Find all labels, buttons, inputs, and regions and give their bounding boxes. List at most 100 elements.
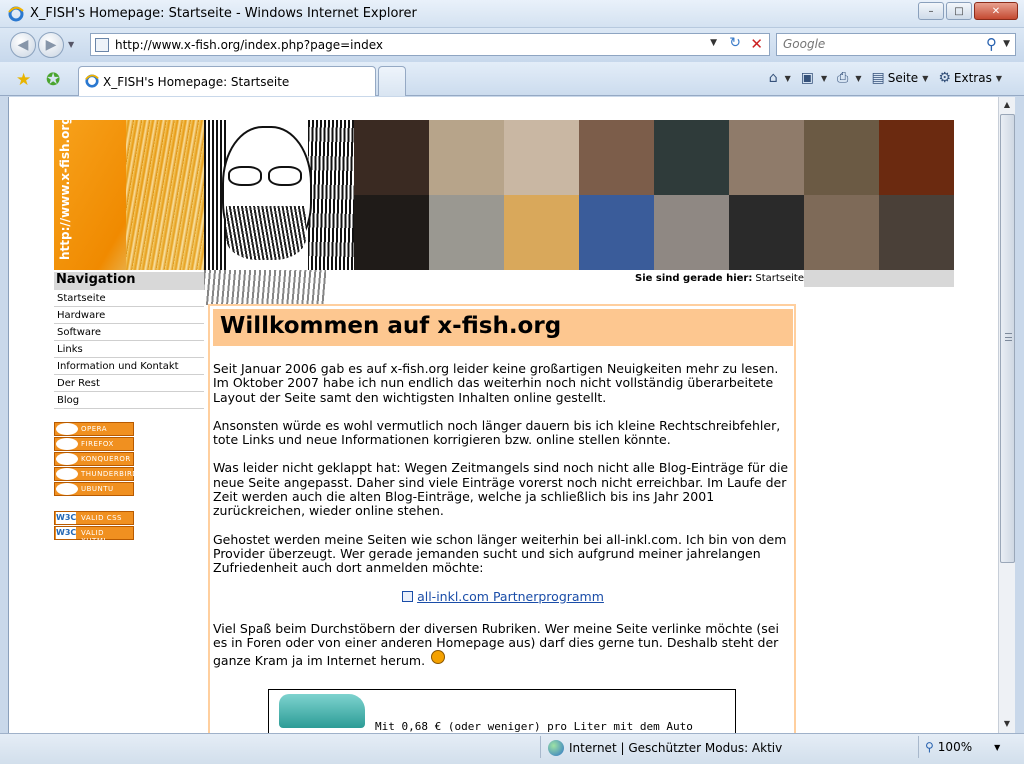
forward-button[interactable]: ▶: [38, 32, 64, 58]
photo-tile: [579, 195, 654, 270]
badge-label: VALID CSS: [81, 514, 122, 522]
status-bar: Internet | Geschützter Modus: Aktiv ⚲ 10…: [0, 733, 1024, 764]
zoom-level: 100%: [937, 740, 973, 754]
page-menu-label: Seite: [887, 71, 919, 85]
new-tab-button[interactable]: [378, 66, 406, 96]
ie-logo-icon: [8, 6, 24, 22]
ie-logo-icon: [85, 74, 99, 88]
photo-tile: [729, 120, 804, 195]
vertical-scrollbar[interactable]: ▲ ▼: [998, 97, 1015, 733]
ad-banner[interactable]: Mit 0,68 € (oder weniger) pro Liter mit …: [268, 689, 736, 733]
badge-label: KONQUEROR: [81, 455, 131, 463]
breadcrumb-current[interactable]: Startseite: [755, 273, 804, 284]
partner-link[interactable]: all-inkl.com Partnerprogramm: [417, 589, 604, 604]
w3c-badge[interactable]: W3C VALID XHTML: [54, 526, 134, 545]
tools-menu-button[interactable]: ⚙ Extras ▼: [938, 70, 1002, 86]
photo-tile: [654, 195, 729, 270]
paragraph-hosting: Gehostet werden meine Seiten wie schon l…: [213, 531, 787, 576]
nav-item[interactable]: Software: [54, 324, 204, 341]
site-logo[interactable]: http://www.x-fish.org: [54, 120, 204, 270]
photo-tile: [729, 195, 804, 270]
scroll-thumb[interactable]: [1000, 114, 1015, 563]
browser-badge[interactable]: UBUNTU: [54, 482, 134, 496]
back-arrow-icon: ◀: [17, 37, 29, 53]
portrait-drawing: [204, 120, 354, 270]
photo-tile: [429, 120, 504, 195]
page-menu-button[interactable]: ▤ Seite ▼: [872, 70, 929, 86]
search-dropdown-icon[interactable]: ▼: [1003, 39, 1010, 49]
main-content: Willkommen auf x-fish.org Seit Januar 20…: [208, 304, 796, 733]
history-dropdown-icon[interactable]: ▼: [68, 40, 74, 49]
nav-item[interactable]: Links: [54, 341, 204, 358]
w3c-logo-icon: W3C: [56, 512, 77, 524]
maximize-button[interactable]: □: [946, 2, 972, 20]
zone-text: Internet | Geschützter Modus: Aktiv: [569, 741, 783, 755]
photo-tile: [804, 120, 879, 195]
nav-item[interactable]: Startseite: [54, 290, 204, 307]
tab-startseite[interactable]: X_FISH's Homepage: Startseite: [78, 66, 376, 96]
nav-item[interactable]: Information und Kontakt: [54, 358, 204, 375]
browser-badge[interactable]: THUNDERBIRD: [54, 467, 138, 481]
minimize-button[interactable]: –: [918, 2, 944, 20]
browser-badge[interactable]: FIREFOX: [54, 437, 134, 451]
w3c-badge[interactable]: W3C VALID CSS: [54, 511, 134, 525]
breadcrumb-label: Sie sind gerade hier:: [635, 273, 753, 284]
scroll-down-icon[interactable]: ▼: [999, 716, 1015, 732]
address-bar[interactable]: http://www.x-fish.org/index.php?page=ind…: [90, 33, 770, 56]
tools-menu-label: Extras: [953, 71, 992, 85]
add-favorite-icon[interactable]: ✪: [46, 70, 60, 90]
search-icon[interactable]: ⚲: [986, 35, 997, 53]
paragraph-intro: Seit Januar 2006 gab es auf x-fish.org l…: [213, 361, 779, 405]
paragraph-blog: Was leider nicht geklappt hat: Wegen Zei…: [213, 460, 789, 519]
photo-tile: [354, 120, 429, 195]
photo-tile: [879, 195, 954, 270]
favorites-star-icon[interactable]: ★: [16, 70, 31, 90]
breadcrumb: Sie sind gerade hier: Startseite: [624, 270, 954, 287]
ad-text: Mit 0,68 € (oder weniger) pro Liter mit …: [375, 720, 693, 733]
navigation-menu: Startseite Hardware Software Links Informati…: [54, 290, 204, 409]
stop-icon[interactable]: ✕: [750, 35, 763, 53]
badge-label: VALID XHTML: [81, 529, 108, 545]
scroll-up-icon[interactable]: ▲: [999, 97, 1015, 113]
browser-badge[interactable]: OPERA: [54, 422, 134, 436]
gear-icon: ⚙: [938, 70, 951, 86]
photo-tile: [579, 120, 654, 195]
nav-item[interactable]: Blog: [54, 392, 204, 409]
print-icon: ⎙: [837, 70, 849, 86]
navigation-title: Navigation: [54, 272, 204, 290]
browser-logo-icon: [56, 423, 78, 435]
nav-item[interactable]: Der Rest: [54, 375, 204, 392]
van-image: [279, 694, 365, 728]
zoom-control[interactable]: ⚲ 100% ▼: [925, 740, 1000, 754]
logo-hair-graphic: [126, 120, 204, 270]
external-link-icon: [402, 590, 414, 602]
smiley-icon: [431, 650, 446, 665]
browser-badge[interactable]: KONQUEROR: [54, 452, 134, 466]
browser-badges: OPERA FIREFOX KONQUEROR THUNDERBIRD UBUNTU W…: [54, 422, 138, 545]
address-dropdown-icon[interactable]: ▼: [710, 38, 717, 48]
paragraph-closing: Viel Spaß beim Durchstöbern der diversen…: [213, 621, 793, 669]
refresh-icon[interactable]: ↻: [729, 35, 741, 51]
photo-tile: [654, 120, 729, 195]
w3c-logo-icon: W3C: [56, 527, 77, 539]
zoom-icon: ⚲: [925, 740, 934, 754]
back-button[interactable]: ◀: [10, 32, 36, 58]
page-viewport: http://www.x-fish.org Navigation Startse…: [8, 97, 998, 733]
print-button[interactable]: ⎙ ▼: [837, 70, 861, 86]
w3c-badges: W3C VALID CSS W3C VALID XHTML: [54, 511, 134, 545]
page-icon: [95, 38, 109, 52]
globe-icon: [548, 740, 564, 756]
search-box[interactable]: ⚲ ▼: [776, 33, 1016, 56]
close-button[interactable]: ✕: [974, 2, 1018, 20]
rss-feed-icon: ▣: [800, 70, 815, 86]
search-input[interactable]: [783, 37, 973, 51]
feeds-button[interactable]: ▣ ▼: [801, 70, 827, 86]
security-zone[interactable]: Internet | Geschützter Modus: Aktiv: [548, 740, 782, 756]
home-button[interactable]: ⌂ ▼: [769, 70, 791, 86]
address-url[interactable]: http://www.x-fish.org/index.php?page=ind…: [115, 38, 383, 52]
home-icon: ⌂: [768, 70, 778, 86]
badge-label: UBUNTU: [81, 485, 114, 493]
content-body: Seit Januar 2006 gab es auf x-fish.org l…: [213, 361, 793, 683]
forward-arrow-icon: ▶: [45, 37, 57, 53]
nav-item[interactable]: Hardware: [54, 307, 204, 324]
